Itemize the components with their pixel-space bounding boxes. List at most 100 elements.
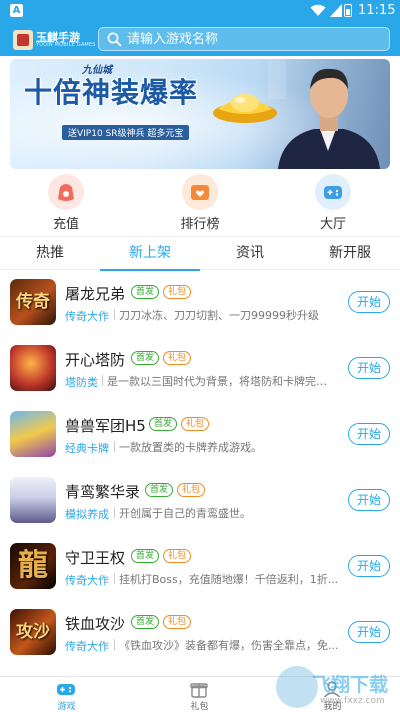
quick-ranking[interactable]: 排行榜 <box>160 172 240 234</box>
start-button[interactable]: 开始 <box>348 489 390 511</box>
game-description: 《铁血攻沙》装备都有爆，伤害全靠点，免... <box>119 639 339 652</box>
game-category: 传奇大作 <box>65 574 109 587</box>
game-title: 开心塔防 <box>65 351 126 369</box>
game-thumbnail: 龍 <box>10 543 56 589</box>
wallet-icon <box>48 174 84 210</box>
badge-first-release: 首发 <box>131 285 160 299</box>
battery-icon <box>344 4 352 17</box>
search-box[interactable] <box>98 27 390 51</box>
game-category: 传奇大作 <box>65 310 109 323</box>
badge-gift: 礼包 <box>181 417 210 431</box>
badge-gift: 礼包 <box>177 483 206 497</box>
divider <box>114 507 115 518</box>
game-category: 塔防类 <box>65 376 98 389</box>
game-thumbnail-glyph: 传奇 <box>16 292 50 312</box>
game-thumbnail-glyph <box>10 411 56 457</box>
game-description: 刀刀冰冻、刀刀切割、一刀99999秒升级 <box>119 309 319 322</box>
game-thumbnail <box>10 477 56 523</box>
logo-mark-icon <box>13 30 33 50</box>
game-description: 一款放置类的卡牌养成游戏。 <box>119 441 262 454</box>
quick-recharge[interactable]: 充值 <box>26 172 106 234</box>
start-button[interactable]: 开始 <box>348 621 390 643</box>
badge-first-release: 首发 <box>131 351 160 365</box>
logo-subtitle: YUQIN MOBILE GAMES <box>36 42 96 48</box>
game-category: 传奇大作 <box>65 640 109 653</box>
promo-banner[interactable]: 九仙城 十倍神装爆率 送VIP10 SR级神兵 超多元宝 <box>10 59 390 169</box>
game-thumbnail: 传奇 <box>10 279 56 325</box>
status-time: 11:15 <box>358 3 396 18</box>
tab-new-release[interactable]: 新上架 <box>100 237 200 271</box>
notification-icon: A <box>10 4 23 17</box>
game-thumbnail: 攻沙 <box>10 609 56 655</box>
game-description: 是一款以三国时代为背景，将塔防和卡牌完美... <box>107 375 329 388</box>
nav-games-label: 游戏 <box>57 702 76 712</box>
quick-lobby-label: 大厅 <box>319 217 346 232</box>
nav-profile[interactable]: 我的 <box>266 677 399 712</box>
nav-profile-label: 我的 <box>323 702 342 712</box>
nav-gifts-label: 礼包 <box>190 702 209 712</box>
category-tabs: 热推 新上架 资讯 新开服 <box>0 236 400 271</box>
game-title: 铁血攻沙 <box>65 615 126 633</box>
banner-tagline: 送VIP10 SR级神兵 超多元宝 <box>62 125 190 140</box>
game-list: 传奇 屠龙兄弟 首发 礼包 传奇大作 刀刀冰冻、刀刀切割、一刀99999秒升级 … <box>0 271 400 668</box>
banner-headline: 十倍神装爆率 <box>24 76 199 109</box>
signal-icon <box>330 4 342 17</box>
start-button[interactable]: 开始 <box>348 357 390 379</box>
game-thumbnail-glyph <box>10 477 56 523</box>
badge-gift: 礼包 <box>163 549 192 563</box>
bottom-nav: 游戏 礼包 我的 <box>0 676 400 712</box>
quick-lobby[interactable]: 大厅 <box>293 172 373 234</box>
badge-first-release: 首发 <box>131 549 160 563</box>
divider <box>102 375 103 386</box>
game-description: 挂机打Boss，充值随地爆！千倍返利，1折... <box>119 573 339 586</box>
badge-first-release: 首发 <box>145 483 174 497</box>
start-button[interactable]: 开始 <box>348 291 390 313</box>
gamepad-icon <box>57 684 75 695</box>
game-thumbnail-glyph <box>10 345 56 391</box>
list-item[interactable]: 开心塔防 首发 礼包 塔防类 是一款以三国时代为背景，将塔防和卡牌完美... 开… <box>0 337 400 403</box>
tab-news[interactable]: 资讯 <box>200 237 300 270</box>
app-logo[interactable]: 玉麒手游 YUQIN MOBILE GAMES <box>13 28 95 52</box>
celebrity-image <box>268 59 380 169</box>
game-title: 兽兽军团H5 <box>65 417 146 435</box>
start-button[interactable]: 开始 <box>348 423 390 445</box>
game-title: 守卫王权 <box>65 549 126 567</box>
search-icon <box>107 32 122 47</box>
ranking-icon <box>182 174 218 210</box>
list-item[interactable]: 传奇 屠龙兄弟 首发 礼包 传奇大作 刀刀冰冻、刀刀切割、一刀99999秒升级 … <box>0 271 400 337</box>
wifi-icon <box>310 4 326 16</box>
list-item[interactable]: 龍 守卫王权 首发 礼包 传奇大作 挂机打Boss，充值随地爆！千倍返利，1折.… <box>0 535 400 601</box>
game-category: 模拟养成 <box>65 508 109 521</box>
top-bar: A 11:15 玉麒手游 YUQIN MOBILE GAMES <box>0 0 400 56</box>
quick-menu: 充值 排行榜 大厅 <box>0 172 400 234</box>
game-thumbnail <box>10 411 56 457</box>
badge-gift: 礼包 <box>163 351 192 365</box>
list-item[interactable]: 兽兽军团H5 首发 礼包 经典卡牌 一款放置类的卡牌养成游戏。 开始 <box>0 403 400 469</box>
quick-ranking-label: 排行榜 <box>180 217 220 232</box>
badge-first-release: 首发 <box>131 615 160 629</box>
divider <box>114 309 115 320</box>
game-thumbnail-glyph: 攻沙 <box>16 622 50 642</box>
divider <box>114 573 115 584</box>
quick-recharge-label: 充值 <box>52 217 79 232</box>
game-title: 青鸾繁华录 <box>65 483 141 501</box>
start-button[interactable]: 开始 <box>348 555 390 577</box>
list-item[interactable]: 青鸾繁华录 首发 礼包 模拟养成 开创属于自己的青鸾盛世。 开始 <box>0 469 400 535</box>
game-thumbnail-glyph: 龍 <box>18 548 48 583</box>
gift-icon <box>190 683 208 698</box>
tab-hot[interactable]: 热推 <box>0 237 100 270</box>
search-input[interactable] <box>127 29 382 49</box>
gamepad-icon <box>315 174 351 210</box>
badge-first-release: 首发 <box>149 417 178 431</box>
profile-icon <box>323 681 341 698</box>
game-thumbnail <box>10 345 56 391</box>
status-bar: A 11:15 <box>0 0 400 22</box>
tab-new-servers[interactable]: 新开服 <box>300 237 400 270</box>
badge-gift: 礼包 <box>163 285 192 299</box>
list-item[interactable]: 攻沙 铁血攻沙 首发 礼包 传奇大作 《铁血攻沙》装备都有爆，伤害全靠点，免..… <box>0 601 400 667</box>
divider <box>114 441 115 452</box>
divider <box>114 639 115 650</box>
nav-games[interactable]: 游戏 <box>0 677 133 712</box>
nav-gifts[interactable]: 礼包 <box>133 677 266 712</box>
game-category: 经典卡牌 <box>65 442 109 455</box>
